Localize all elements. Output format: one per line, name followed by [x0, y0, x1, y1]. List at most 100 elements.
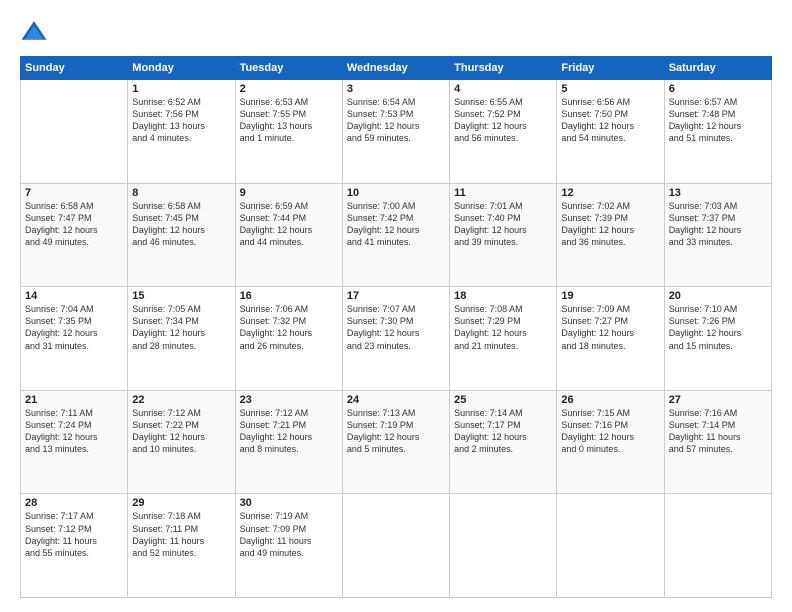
day-number: 17 [347, 290, 445, 302]
calendar-cell: 22Sunrise: 7:12 AM Sunset: 7:22 PM Dayli… [128, 390, 235, 494]
day-info: Sunrise: 7:05 AM Sunset: 7:34 PM Dayligh… [132, 303, 230, 352]
weekday-header: Saturday [664, 57, 771, 80]
weekday-header: Tuesday [235, 57, 342, 80]
day-number: 6 [669, 83, 767, 95]
calendar-week-row: 1Sunrise: 6:52 AM Sunset: 7:56 PM Daylig… [21, 80, 772, 184]
calendar-cell: 21Sunrise: 7:11 AM Sunset: 7:24 PM Dayli… [21, 390, 128, 494]
calendar-cell: 4Sunrise: 6:55 AM Sunset: 7:52 PM Daylig… [450, 80, 557, 184]
calendar-cell [557, 494, 664, 598]
calendar-cell: 25Sunrise: 7:14 AM Sunset: 7:17 PM Dayli… [450, 390, 557, 494]
day-number: 16 [240, 290, 338, 302]
calendar-cell: 20Sunrise: 7:10 AM Sunset: 7:26 PM Dayli… [664, 287, 771, 391]
day-number: 4 [454, 83, 552, 95]
day-info: Sunrise: 7:06 AM Sunset: 7:32 PM Dayligh… [240, 303, 338, 352]
day-info: Sunrise: 7:04 AM Sunset: 7:35 PM Dayligh… [25, 303, 123, 352]
day-info: Sunrise: 6:55 AM Sunset: 7:52 PM Dayligh… [454, 96, 552, 145]
day-number: 14 [25, 290, 123, 302]
day-number: 21 [25, 394, 123, 406]
day-info: Sunrise: 7:08 AM Sunset: 7:29 PM Dayligh… [454, 303, 552, 352]
calendar-cell: 8Sunrise: 6:58 AM Sunset: 7:45 PM Daylig… [128, 183, 235, 287]
day-number: 23 [240, 394, 338, 406]
day-info: Sunrise: 7:16 AM Sunset: 7:14 PM Dayligh… [669, 407, 767, 456]
day-number: 25 [454, 394, 552, 406]
day-number: 8 [132, 187, 230, 199]
day-number: 12 [561, 187, 659, 199]
day-info: Sunrise: 7:10 AM Sunset: 7:26 PM Dayligh… [669, 303, 767, 352]
calendar-cell: 30Sunrise: 7:19 AM Sunset: 7:09 PM Dayli… [235, 494, 342, 598]
calendar-cell: 27Sunrise: 7:16 AM Sunset: 7:14 PM Dayli… [664, 390, 771, 494]
calendar-week-row: 28Sunrise: 7:17 AM Sunset: 7:12 PM Dayli… [21, 494, 772, 598]
calendar-cell: 28Sunrise: 7:17 AM Sunset: 7:12 PM Dayli… [21, 494, 128, 598]
day-number: 24 [347, 394, 445, 406]
weekday-header: Wednesday [342, 57, 449, 80]
calendar-cell: 5Sunrise: 6:56 AM Sunset: 7:50 PM Daylig… [557, 80, 664, 184]
day-number: 11 [454, 187, 552, 199]
day-info: Sunrise: 7:15 AM Sunset: 7:16 PM Dayligh… [561, 407, 659, 456]
calendar-cell: 13Sunrise: 7:03 AM Sunset: 7:37 PM Dayli… [664, 183, 771, 287]
day-info: Sunrise: 6:54 AM Sunset: 7:53 PM Dayligh… [347, 96, 445, 145]
calendar-cell [21, 80, 128, 184]
day-info: Sunrise: 7:13 AM Sunset: 7:19 PM Dayligh… [347, 407, 445, 456]
page: SundayMondayTuesdayWednesdayThursdayFrid… [0, 0, 792, 612]
day-info: Sunrise: 6:57 AM Sunset: 7:48 PM Dayligh… [669, 96, 767, 145]
day-number: 1 [132, 83, 230, 95]
calendar-cell: 11Sunrise: 7:01 AM Sunset: 7:40 PM Dayli… [450, 183, 557, 287]
calendar-cell [342, 494, 449, 598]
day-info: Sunrise: 7:14 AM Sunset: 7:17 PM Dayligh… [454, 407, 552, 456]
day-number: 13 [669, 187, 767, 199]
day-number: 5 [561, 83, 659, 95]
calendar-week-row: 14Sunrise: 7:04 AM Sunset: 7:35 PM Dayli… [21, 287, 772, 391]
calendar-cell: 17Sunrise: 7:07 AM Sunset: 7:30 PM Dayli… [342, 287, 449, 391]
day-number: 3 [347, 83, 445, 95]
header [20, 18, 772, 46]
calendar-cell: 12Sunrise: 7:02 AM Sunset: 7:39 PM Dayli… [557, 183, 664, 287]
calendar-cell [450, 494, 557, 598]
weekday-header: Friday [557, 57, 664, 80]
day-info: Sunrise: 6:52 AM Sunset: 7:56 PM Dayligh… [132, 96, 230, 145]
day-info: Sunrise: 7:17 AM Sunset: 7:12 PM Dayligh… [25, 510, 123, 559]
calendar-cell: 16Sunrise: 7:06 AM Sunset: 7:32 PM Dayli… [235, 287, 342, 391]
day-number: 19 [561, 290, 659, 302]
day-info: Sunrise: 7:11 AM Sunset: 7:24 PM Dayligh… [25, 407, 123, 456]
day-info: Sunrise: 7:12 AM Sunset: 7:22 PM Dayligh… [132, 407, 230, 456]
day-info: Sunrise: 7:03 AM Sunset: 7:37 PM Dayligh… [669, 200, 767, 249]
calendar-cell: 24Sunrise: 7:13 AM Sunset: 7:19 PM Dayli… [342, 390, 449, 494]
day-info: Sunrise: 7:02 AM Sunset: 7:39 PM Dayligh… [561, 200, 659, 249]
weekday-header: Thursday [450, 57, 557, 80]
calendar-cell: 15Sunrise: 7:05 AM Sunset: 7:34 PM Dayli… [128, 287, 235, 391]
day-number: 10 [347, 187, 445, 199]
calendar-table: SundayMondayTuesdayWednesdayThursdayFrid… [20, 56, 772, 598]
day-info: Sunrise: 7:12 AM Sunset: 7:21 PM Dayligh… [240, 407, 338, 456]
day-number: 2 [240, 83, 338, 95]
calendar-cell: 1Sunrise: 6:52 AM Sunset: 7:56 PM Daylig… [128, 80, 235, 184]
calendar-cell: 7Sunrise: 6:58 AM Sunset: 7:47 PM Daylig… [21, 183, 128, 287]
day-number: 15 [132, 290, 230, 302]
day-number: 30 [240, 497, 338, 509]
calendar-week-row: 21Sunrise: 7:11 AM Sunset: 7:24 PM Dayli… [21, 390, 772, 494]
calendar-cell: 29Sunrise: 7:18 AM Sunset: 7:11 PM Dayli… [128, 494, 235, 598]
weekday-header: Sunday [21, 57, 128, 80]
logo-icon [20, 18, 48, 46]
calendar-cell: 18Sunrise: 7:08 AM Sunset: 7:29 PM Dayli… [450, 287, 557, 391]
calendar-cell: 14Sunrise: 7:04 AM Sunset: 7:35 PM Dayli… [21, 287, 128, 391]
day-info: Sunrise: 6:58 AM Sunset: 7:47 PM Dayligh… [25, 200, 123, 249]
day-info: Sunrise: 7:19 AM Sunset: 7:09 PM Dayligh… [240, 510, 338, 559]
calendar-cell: 9Sunrise: 6:59 AM Sunset: 7:44 PM Daylig… [235, 183, 342, 287]
calendar-cell: 19Sunrise: 7:09 AM Sunset: 7:27 PM Dayli… [557, 287, 664, 391]
weekday-header: Monday [128, 57, 235, 80]
day-number: 22 [132, 394, 230, 406]
day-info: Sunrise: 7:18 AM Sunset: 7:11 PM Dayligh… [132, 510, 230, 559]
day-info: Sunrise: 6:59 AM Sunset: 7:44 PM Dayligh… [240, 200, 338, 249]
calendar-cell: 10Sunrise: 7:00 AM Sunset: 7:42 PM Dayli… [342, 183, 449, 287]
day-number: 20 [669, 290, 767, 302]
day-info: Sunrise: 6:56 AM Sunset: 7:50 PM Dayligh… [561, 96, 659, 145]
calendar-cell: 26Sunrise: 7:15 AM Sunset: 7:16 PM Dayli… [557, 390, 664, 494]
day-info: Sunrise: 6:58 AM Sunset: 7:45 PM Dayligh… [132, 200, 230, 249]
calendar-header-row: SundayMondayTuesdayWednesdayThursdayFrid… [21, 57, 772, 80]
day-number: 9 [240, 187, 338, 199]
day-info: Sunrise: 7:01 AM Sunset: 7:40 PM Dayligh… [454, 200, 552, 249]
logo [20, 18, 52, 46]
day-info: Sunrise: 7:09 AM Sunset: 7:27 PM Dayligh… [561, 303, 659, 352]
calendar-cell: 3Sunrise: 6:54 AM Sunset: 7:53 PM Daylig… [342, 80, 449, 184]
day-info: Sunrise: 7:00 AM Sunset: 7:42 PM Dayligh… [347, 200, 445, 249]
